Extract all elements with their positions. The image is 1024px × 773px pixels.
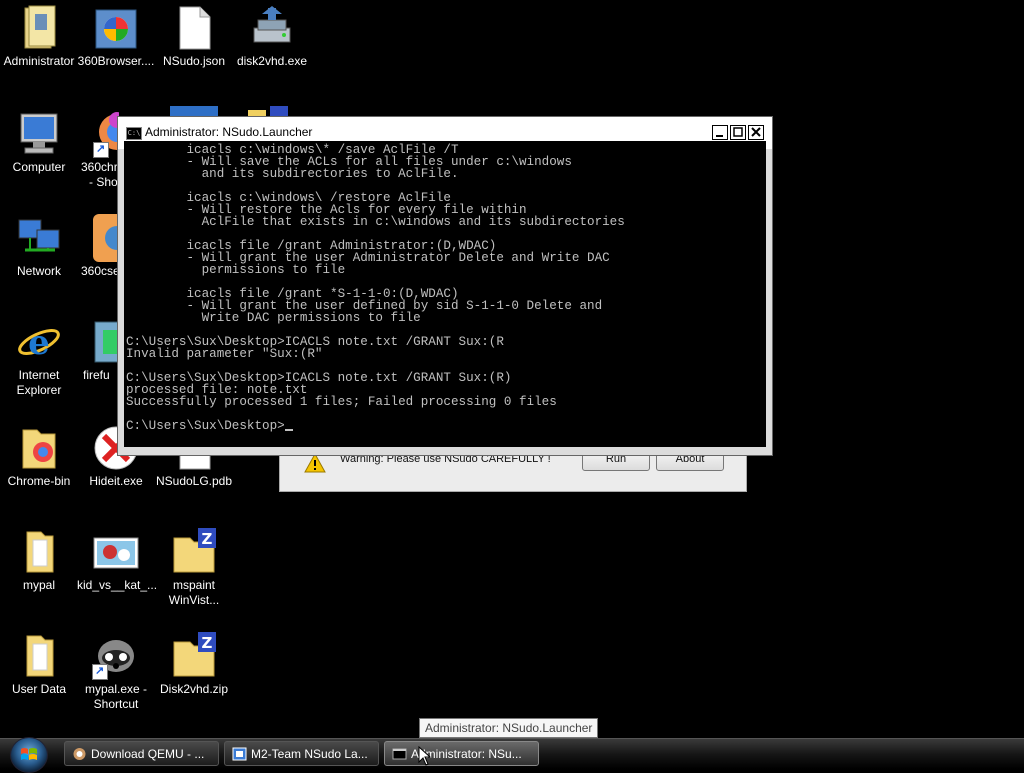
desktop-icon-user-data[interactable]: User Data <box>0 632 78 697</box>
console-app-icon: C:\ <box>126 127 142 140</box>
desktop-icon-label: 360chr <box>81 160 118 174</box>
desktop-icon-label: mypal <box>22 578 55 592</box>
maximize-button[interactable] <box>730 125 746 140</box>
taskbar-tooltip: Administrator: NSudo.Launcher <box>419 718 599 738</box>
desktop-icon-mypal-shortcut[interactable]: mypal.exe - Shortcut <box>77 632 155 712</box>
console-output-text: icacls c:\windows\* /save AclFile /T - W… <box>126 143 625 433</box>
console-window[interactable]: C:\ Administrator: NSudo.Launcher icacls… <box>117 116 773 456</box>
installer-icon <box>93 318 119 366</box>
shortcut-arrow-icon <box>92 664 108 680</box>
text-cursor <box>284 429 293 431</box>
desktop-icon-label: kid_vs__kat_... <box>77 578 158 592</box>
svg-text:e: e <box>28 323 50 363</box>
zip-folder-icon: Z <box>170 632 218 680</box>
taskbar-item-label: M2-Team NSudo La... <box>251 747 368 761</box>
folder-icon <box>15 632 63 680</box>
user-folder-icon <box>15 4 63 52</box>
minimize-icon <box>716 135 723 137</box>
svg-text:Z: Z <box>202 634 213 652</box>
console-icon <box>392 748 407 760</box>
desktop-icon-mspaint-winvista[interactable]: Z mspaint WinVist... <box>155 528 233 608</box>
desktop-icon-360browser[interactable]: 360Browser.... <box>77 4 155 69</box>
desktop-icon-label: Computer <box>12 160 66 174</box>
taskbar-item-download-qemu[interactable]: Download QEMU - ... <box>64 741 219 766</box>
desktop-icon-disk2vhd-exe[interactable]: disk2vhd.exe <box>233 4 311 69</box>
warning-icon <box>304 452 326 476</box>
close-icon <box>751 127 761 137</box>
desktop-icon-label: NSudo.json <box>162 54 226 68</box>
desktop-icon-label: mypal.exe - <box>84 682 148 696</box>
desktop-icon-label: Explorer <box>16 383 62 397</box>
taskbar-item-administrator-console[interactable]: Administrator: NSu... <box>384 741 539 766</box>
taskbar: Download QEMU - ... M2-Team NSudo La... … <box>0 737 1024 773</box>
desktop-icon-label: 360cse <box>81 264 119 278</box>
disk-drive-icon <box>248 4 296 52</box>
zip-folder-icon: Z <box>170 528 218 576</box>
desktop-icon-label: mspaint <box>172 578 216 592</box>
close-button[interactable] <box>748 125 764 140</box>
nsudo-app-icon <box>232 747 247 761</box>
internet-explorer-icon: e <box>15 318 63 366</box>
browser-icon <box>93 214 119 262</box>
svg-text:Z: Z <box>202 530 213 548</box>
desktop-icon-label: Chrome-bin <box>7 474 71 488</box>
desktop-icon-label: Internet <box>18 368 60 382</box>
desktop-icon-label: Hideit.exe <box>89 474 143 488</box>
installer-box-icon <box>92 4 140 52</box>
taskbar-item-label: Download QEMU - ... <box>91 747 205 761</box>
desktop-icon-label: 360Browser.... <box>77 54 155 68</box>
desktop-icon-label: WinVist... <box>168 593 220 607</box>
desktop-icon-360cse[interactable]: 360cse <box>77 214 119 279</box>
shortcut-arrow-icon <box>93 142 109 158</box>
network-icon <box>15 214 63 262</box>
desktop-icon-label: - Sho <box>89 175 118 189</box>
console-output-area[interactable]: icacls c:\windows\* /save AclFile /T - W… <box>124 141 766 447</box>
folder-icon <box>15 528 63 576</box>
computer-icon <box>15 110 63 158</box>
desktop-icon-label: NSudoLG.pdb <box>155 474 233 488</box>
desktop-icon-kid-vs-kat[interactable]: kid_vs__kat_... <box>77 528 158 593</box>
desktop-icon-label: Disk2vhd.zip <box>159 682 229 696</box>
desktop-icon-mypal[interactable]: mypal <box>0 528 78 593</box>
desktop-icon-360chrome-shortcut[interactable]: 360chr - Sho <box>77 110 119 190</box>
mouse-pointer-icon <box>418 746 432 766</box>
folder-icon <box>15 424 63 472</box>
desktop-icon-label: firefu <box>83 368 110 382</box>
desktop-icon-chrome-bin[interactable]: Chrome-bin <box>0 424 78 489</box>
desktop-icon-administrator[interactable]: Administrator <box>0 4 78 69</box>
minimize-button[interactable] <box>712 125 728 140</box>
desktop-icon-label: Network <box>16 264 61 278</box>
desktop-icon-label: Shortcut <box>93 697 139 711</box>
desktop-icon-label: Administrator <box>3 54 75 68</box>
chrome-icon <box>93 110 119 158</box>
desktop-icon-disk2vhd-zip[interactable]: Z Disk2vhd.zip <box>155 632 233 697</box>
image-thumbnail-icon <box>92 528 140 576</box>
desktop-icon-firefu[interactable]: firefu <box>77 318 119 383</box>
desktop-icon-network[interactable]: Network <box>0 214 78 279</box>
file-icon <box>170 4 218 52</box>
taskbar-item-nsudo-launcher[interactable]: M2-Team NSudo La... <box>224 741 379 766</box>
desktop-icon-internet-explorer[interactable]: e Internet Explorer <box>0 318 78 398</box>
maximize-icon <box>733 127 743 137</box>
console-window-title: Administrator: NSudo.Launcher <box>145 125 313 139</box>
desktop-icon-label: User Data <box>11 682 67 696</box>
desktop-icon-computer[interactable]: Computer <box>0 110 78 175</box>
raccoon-icon <box>92 632 140 680</box>
windows-logo-icon <box>21 748 37 760</box>
desktop-icon-nsudo-json[interactable]: NSudo.json <box>155 4 233 69</box>
desktop-icon-label: disk2vhd.exe <box>236 54 308 68</box>
browser-icon <box>73 748 86 760</box>
